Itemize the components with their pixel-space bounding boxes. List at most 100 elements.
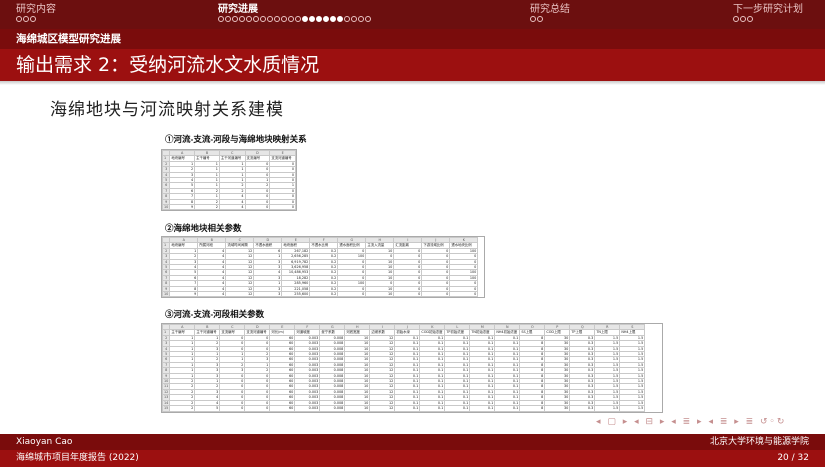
table-cell: 60 <box>269 405 296 412</box>
row-number: 15 <box>161 405 171 412</box>
nav-frame-dot[interactable] <box>747 16 753 22</box>
spreadsheet-mapping: A B C D E 1 地块编号 主干编号 主干河道编号 支流编号 支流河道编号 2 1 1 1 0 0 3 2 1 1… <box>161 149 297 212</box>
nav-frame-dot[interactable] <box>309 16 315 22</box>
nav-frame-dot[interactable] <box>323 16 329 22</box>
nav-dots <box>16 16 56 22</box>
table-cell: 0.1 <box>469 405 496 412</box>
nav-frame-dot[interactable] <box>23 16 29 22</box>
beamer-nav-controls[interactable]: ◂ ▢ ▸ ◂ ⊟ ▸ ◂ ≣ ▸ ◂ ≣ ▸ ≣ ↺◦↻ <box>596 417 786 427</box>
nav-frame-dot[interactable] <box>281 16 287 22</box>
nav-dots <box>530 16 570 22</box>
table-cell: 10 <box>365 291 395 298</box>
nav-section-4[interactable]: 下一步研究计划 <box>733 4 803 22</box>
table-cell: 0 <box>393 291 423 298</box>
table-cell: 0 <box>337 291 367 298</box>
nav-section-label[interactable]: 研究进展 <box>218 4 371 15</box>
table-cell: 0.003 <box>294 405 321 412</box>
nav-section-1[interactable]: 研究内容 <box>16 4 56 22</box>
nav-section-2[interactable]: 研究进展 <box>218 4 371 22</box>
subsection-title: 海绵城区模型研究进展 <box>0 29 825 49</box>
nav-section-label[interactable]: 下一步研究计划 <box>733 4 803 15</box>
spreadsheet-river-params: A B C D E F G H I J K L M N O P Q R S 1 主干编号 主干河道编号 支流编号 支流河道编号… <box>161 323 663 413</box>
page-number[interactable]: 20 / 32 <box>777 450 809 467</box>
table-cell: 2 <box>194 204 220 211</box>
table-cell: 0.1 <box>394 405 421 412</box>
table1-caption: ①河流-支流-河段与海绵地块映射关系 <box>165 134 307 144</box>
title-shadow <box>0 81 825 85</box>
table-cell: 0 <box>244 204 271 211</box>
spreadsheet-plot-params: A B C D E F G H I J K 1 地块编号 所属河段 流域时间间隔 不透水面积 地块面积 不透水比例… <box>161 236 485 299</box>
table-cell: 0.008 <box>319 405 346 412</box>
table-cell: 0.1 <box>494 405 521 412</box>
table-cell: 30 <box>544 405 571 412</box>
nav-dots <box>733 16 803 22</box>
nav-section-3[interactable]: 研究总结 <box>530 4 570 22</box>
table-cell: 0 <box>219 405 246 412</box>
row-number: 10 <box>161 291 171 298</box>
nav-frame-dot[interactable] <box>302 16 308 22</box>
nav-frame-dot[interactable] <box>288 16 294 22</box>
table-cell: 1.5 <box>619 405 646 412</box>
nav-frame-dot[interactable] <box>358 16 364 22</box>
table-cell: 9 <box>169 204 196 211</box>
nav-frame-dot[interactable] <box>218 16 224 22</box>
nav-frame-dot[interactable] <box>530 16 536 22</box>
nav-frame-dot[interactable] <box>30 16 36 22</box>
table-cell: 2 <box>169 405 196 412</box>
table-cell: 0.3 <box>569 405 596 412</box>
table-cell: 255,600 <box>281 291 311 298</box>
table-cell: 12 <box>369 405 396 412</box>
nav-frame-dot[interactable] <box>365 16 371 22</box>
table-cell: 主干河道编号 <box>194 329 221 336</box>
data-table: A B C D E F G H I J K L M N O P Q R S 1 主干编号 主干河道编号 支流编号 支流河道编号… <box>161 323 646 412</box>
nav-frame-dot[interactable] <box>316 16 322 22</box>
header-row: 1 地块编号 所属河段 流域时间间隔 不透水面积 地块面积 不透水比例 透水面积比例 主流入流量… <box>161 242 479 249</box>
table-cell: 0 <box>421 291 451 298</box>
table-cell: 5 <box>194 405 221 412</box>
nav-frame-dot[interactable] <box>330 16 336 22</box>
table-cell: 主干河道编号 <box>218 155 246 162</box>
nav-frame-dot[interactable] <box>246 16 252 22</box>
header-row: 1 主干编号 主干河道编号 支流编号 支流河道编号 河长(m) 河道坡度 曼宁系数 河底宽度 边坡… <box>161 329 646 336</box>
nav-frame-dot[interactable] <box>733 16 739 22</box>
section-navigation: 研究内容 研究进展 研究总结 下一步研究计划 <box>0 0 825 29</box>
nav-frame-dot[interactable] <box>537 16 543 22</box>
nav-frame-dot[interactable] <box>267 16 273 22</box>
table-cell: 8 <box>519 405 546 412</box>
nav-frame-dot[interactable] <box>740 16 746 22</box>
nav-frame-dot[interactable] <box>253 16 259 22</box>
table-row: 10 9 2 4 0 0 <box>161 204 296 211</box>
nav-frame-dot[interactable] <box>239 16 245 22</box>
nav-frame-dot[interactable] <box>274 16 280 22</box>
table-cell: 0.1 <box>444 405 471 412</box>
table-cell: 10 <box>344 405 371 412</box>
row-number: 10 <box>161 204 171 211</box>
nav-frame-dot[interactable] <box>351 16 357 22</box>
table-cell: 0 <box>449 291 479 298</box>
data-table: A B C D E F G H I J K 1 地块编号 所属河段 流域时间间隔 不透水面积 地块面积 不透水比例… <box>161 236 479 298</box>
nav-frame-dot[interactable] <box>232 16 238 22</box>
footer-institution: 北京大学环境与能源学院 <box>709 437 809 447</box>
table-cell: 支流河道编号 <box>269 155 296 162</box>
nav-section-label[interactable]: 研究内容 <box>16 4 56 15</box>
slide: 研究内容 研究进展 研究总结 下一步研究计划 海绵城区模型研究进展 输出需求 2：受纳… <box>0 0 825 467</box>
slide-title: 输出需求 2：受纳河流水文水质情况 <box>0 49 825 81</box>
nav-frame-dot[interactable] <box>260 16 266 22</box>
section-heading: 海绵地块与河流映射关系建模 <box>50 100 284 120</box>
table-cell: 0.2 <box>309 291 339 298</box>
nav-section-label[interactable]: 研究总结 <box>530 4 570 15</box>
table-cell: 0 <box>244 405 271 412</box>
header-row: 1 地块编号 主干编号 主干河道编号 支流编号 支流河道编号 <box>161 155 296 162</box>
nav-frame-dot[interactable] <box>337 16 343 22</box>
nav-frame-dot[interactable] <box>16 16 22 22</box>
table-cell: 4 <box>197 291 227 298</box>
nav-frame-dot[interactable] <box>295 16 301 22</box>
table-cell: NH4初始浓度 <box>494 329 521 336</box>
table-row: 15 2 5 0 0 60 0.003 0.008 10 12 0.1 0.1 0.1 0.1 0.1 8 30… <box>161 405 646 412</box>
table-cell: 3 <box>253 291 283 298</box>
footer-report: 海绵城市项目年度报告 (2022) <box>16 453 139 463</box>
table-cell: 9 <box>169 291 199 298</box>
nav-frame-dot[interactable] <box>344 16 350 22</box>
nav-frame-dot[interactable] <box>225 16 231 22</box>
footer-author-bar: Xiaoyan Cao 北京大学环境与能源学院 <box>0 434 825 450</box>
